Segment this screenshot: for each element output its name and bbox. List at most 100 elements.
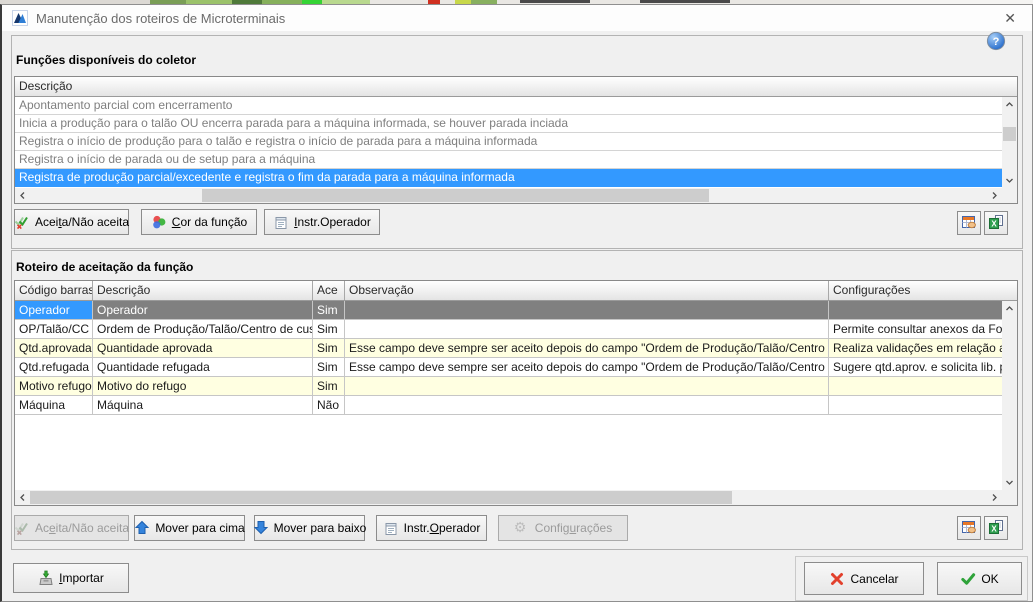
cell-ace[interactable]: Não	[313, 396, 345, 414]
button-label: Importar	[59, 571, 104, 585]
scroll-right-icon[interactable]	[987, 490, 1002, 505]
button-label: Mover para baixo	[274, 521, 367, 535]
roteiro-table-rows: Operador Operador Sim OP/Talão/CC Ordem …	[15, 301, 1002, 415]
cell-observacao[interactable]	[345, 377, 829, 395]
scroll-right-icon[interactable]	[987, 188, 1002, 203]
table-row-selected[interactable]: Operador Operador Sim	[15, 301, 1002, 320]
cell-configuracoes[interactable]	[829, 301, 1002, 319]
mover-para-cima-button[interactable]: Mover para cima	[134, 515, 245, 541]
button-label: Cancelar	[850, 572, 898, 586]
instr-operador-button-2[interactable]: Instr.Operador	[376, 515, 487, 541]
cell-configuracoes[interactable]: Realiza validações em relação ao t	[829, 339, 1002, 357]
cell-observacao[interactable]: Esse campo deve sempre ser aceito depois…	[345, 339, 829, 357]
notepad-icon	[383, 520, 399, 536]
table-row[interactable]: OP/Talão/CC Ordem de Produção/Talão/Cent…	[15, 320, 1002, 339]
aceita-nao-aceita-button-2[interactable]: Aceita/Não aceita	[14, 515, 129, 541]
cor-da-funcao-button[interactable]: Cor da função	[141, 209, 257, 235]
cell-codigo[interactable]: Qtd.aprovada	[15, 339, 93, 357]
help-button[interactable]: ?	[986, 31, 1006, 51]
scroll-left-icon[interactable]	[15, 188, 30, 203]
cell-codigo[interactable]: Qtd.refugada	[15, 358, 93, 376]
table-row[interactable]: Qtd.aprovada Quantidade aprovada Sim Ess…	[15, 339, 1002, 358]
hscroll-thumb[interactable]	[202, 189, 709, 202]
group2-title: Roteiro de aceitação da função	[16, 260, 193, 274]
export-grid-button[interactable]	[957, 211, 981, 235]
titlebar[interactable]: Manutenção dos roteiros de Microterminai…	[2, 5, 1032, 31]
group1-title: Funções disponíveis do coletor	[16, 53, 196, 67]
cell-descricao[interactable]: Ordem de Produção/Talão/Centro de custo	[93, 320, 313, 338]
grid-hand-icon	[961, 214, 977, 233]
table-row[interactable]: Qtd.refugada Quantidade refugada Sim Ess…	[15, 358, 1002, 377]
export-excel-button-2[interactable]: X	[984, 516, 1008, 540]
table-row[interactable]: Máquina Máquina Não	[15, 396, 1002, 415]
export-grid-button-2[interactable]	[957, 516, 981, 540]
funcoes-list-column-header: Descrição	[15, 77, 1017, 97]
instr-operador-button[interactable]: Instr.Operador	[264, 209, 380, 235]
funcoes-list-item[interactable]: Apontamento parcial com encerramento	[15, 97, 1002, 115]
importar-button[interactable]: Importar	[13, 563, 129, 593]
cell-codigo[interactable]: Máquina	[15, 396, 93, 414]
scroll-up-icon[interactable]	[1002, 97, 1017, 112]
table-row[interactable]: Motivo refugo Motivo do refugo Sim	[15, 377, 1002, 396]
button-label: Instr.Operador	[294, 215, 371, 229]
arrow-up-icon	[134, 520, 150, 536]
cell-ace[interactable]: Sim	[313, 320, 345, 338]
vscroll-thumb[interactable]	[1003, 127, 1016, 141]
column-header-observacao: Observação	[345, 281, 829, 300]
roteiro-table-vscrollbar[interactable]	[1002, 301, 1017, 490]
cell-descricao[interactable]: Motivo do refugo	[93, 377, 313, 395]
funcoes-list-vscrollbar[interactable]	[1002, 97, 1017, 188]
cell-configuracoes[interactable]	[829, 377, 1002, 395]
help-icon: ?	[986, 31, 1006, 51]
cancel-x-icon	[829, 571, 845, 587]
funcoes-list-hscrollbar[interactable]	[15, 188, 1002, 203]
cancelar-button[interactable]: Cancelar	[804, 562, 924, 595]
roteiro-table-hscrollbar[interactable]	[15, 490, 1002, 505]
accept-reject-icon	[14, 214, 30, 230]
cell-ace[interactable]: Sim	[313, 301, 345, 319]
cell-codigo[interactable]: OP/Talão/CC	[15, 320, 93, 338]
mover-para-baixo-button[interactable]: Mover para baixo	[254, 515, 365, 541]
cell-codigo[interactable]: Operador	[15, 301, 93, 319]
hscroll-thumb[interactable]	[30, 491, 732, 504]
group-roteiro-aceitacao: Roteiro de aceitação da função Código ba…	[11, 250, 1023, 550]
cell-configuracoes[interactable]	[829, 396, 1002, 414]
roteiro-table-header: Código barras Descrição Ace Observação C…	[15, 281, 1017, 301]
close-icon[interactable]: ✕	[998, 10, 1022, 27]
scroll-down-icon[interactable]	[1002, 173, 1017, 188]
cell-codigo[interactable]: Motivo refugo	[15, 377, 93, 395]
check-icon	[960, 571, 976, 587]
cell-observacao[interactable]	[345, 301, 829, 319]
cell-configuracoes[interactable]: Permite consultar anexos da Form	[829, 320, 1002, 338]
cell-observacao[interactable]	[345, 320, 829, 338]
funcoes-list-item-selected[interactable]: Registra de produção parcial/excedente e…	[15, 169, 1002, 187]
cell-ace[interactable]: Sim	[313, 377, 345, 395]
funcoes-list-item[interactable]: Inicia a produção para o talão OU encerr…	[15, 115, 1002, 133]
funcoes-list-item[interactable]: Registra o início de parada ou de setup …	[15, 151, 1002, 169]
cell-ace[interactable]: Sim	[313, 358, 345, 376]
cell-observacao[interactable]: Esse campo deve sempre ser aceito depois…	[345, 358, 829, 376]
scrollbar-corner	[1002, 188, 1017, 203]
button-label: Aceita/Não aceita	[35, 521, 129, 535]
column-header-ace: Ace	[313, 281, 345, 300]
window-title: Manutenção dos roteiros de Microterminai…	[36, 11, 285, 26]
scroll-down-icon[interactable]	[1002, 475, 1017, 490]
scroll-left-icon[interactable]	[15, 490, 30, 505]
scroll-up-icon[interactable]	[1002, 301, 1017, 316]
cell-descricao[interactable]: Quantidade refugada	[93, 358, 313, 376]
scrollbar-corner	[1002, 490, 1017, 505]
export-excel-button[interactable]: X	[984, 211, 1008, 235]
ok-button[interactable]: OK	[937, 562, 1022, 595]
aceita-nao-aceita-button[interactable]: Aceita/Não aceita	[14, 209, 129, 235]
cell-configuracoes[interactable]: Sugere qtd.aprov. e solicita lib. p/	[829, 358, 1002, 376]
cell-descricao[interactable]: Operador	[93, 301, 313, 319]
excel-icon: X	[988, 519, 1004, 538]
cell-ace[interactable]: Sim	[313, 339, 345, 357]
configuracoes-button[interactable]: ⚙ Configurações	[498, 515, 628, 541]
cell-observacao[interactable]	[345, 396, 829, 414]
funcoes-list-item[interactable]: Registra o início de produção para o tal…	[15, 133, 1002, 151]
dialog-action-panel: Cancelar OK	[795, 556, 1028, 601]
cell-descricao[interactable]: Quantidade aprovada	[93, 339, 313, 357]
button-label: Mover para cima	[155, 521, 244, 535]
cell-descricao[interactable]: Máquina	[93, 396, 313, 414]
